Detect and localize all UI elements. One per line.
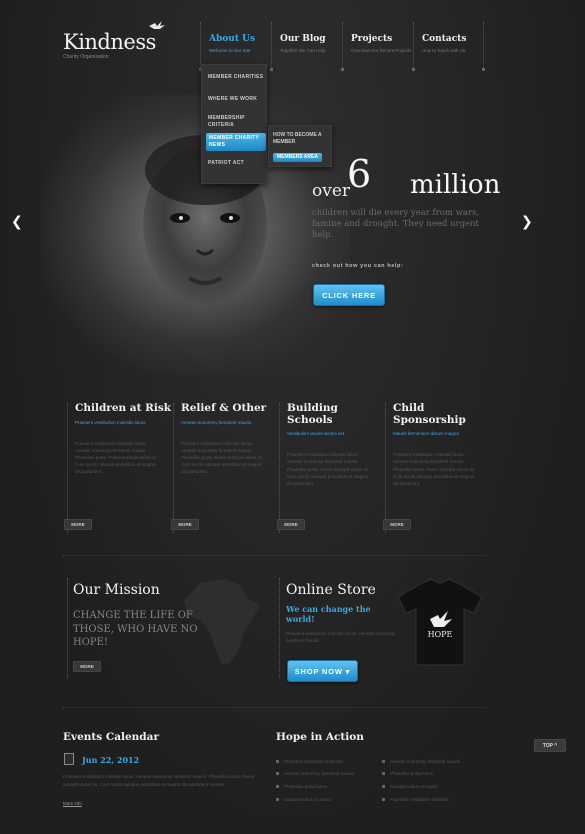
column-divider <box>67 578 68 678</box>
feature-subtitle: Aenean nonummy hendrerit mauris <box>181 419 252 425</box>
more-button[interactable]: MORE <box>64 519 92 530</box>
feature-title[interactable]: Building Schools <box>287 402 384 426</box>
nav-dot <box>270 68 273 71</box>
store-subtitle: We can change the world! <box>286 604 371 624</box>
section-divider <box>62 555 486 556</box>
hope-list-item[interactable]: Phasellus porta fusce <box>276 784 327 789</box>
event-body: Praesent vestibulum molestie lacus. Aene… <box>63 774 255 787</box>
dropdown-item-member-charity-news[interactable]: MEMBER CHARITY NEWS <box>206 133 266 151</box>
mission-more-button[interactable]: MORE <box>73 661 101 672</box>
submenu-item-how-to-become[interactable]: HOW TO BECOME A MEMBER <box>273 132 329 146</box>
mission-text: CHANGE THE LIFE OF THOSE, WHO HAVE NO HO… <box>73 610 198 648</box>
hope-title: Hope in Action <box>276 731 364 743</box>
feature-body: Praesent vestibulum molestie lacus. Aene… <box>393 452 476 486</box>
submenu-item-members-area[interactable]: MEMBERS AREA <box>273 153 322 162</box>
feature-body: Praesent vestibulum molestie lacus. Aene… <box>181 440 264 475</box>
hope-list-item[interactable]: Aenean nonummy hendrerit mauris <box>382 759 460 764</box>
hero-over-text: over <box>312 181 351 201</box>
feature-subtitle: Praesent vestibulum molestie lacus <box>75 419 146 425</box>
slider-next-button[interactable]: ❯ <box>521 214 533 230</box>
slider-prev-button[interactable]: ❮ <box>11 214 23 230</box>
shop-now-button[interactable]: SHOP NOW ▾ <box>287 660 358 682</box>
nav-contacts[interactable]: Contacts How to Touch with Us <box>413 22 483 70</box>
nav-about-us[interactable]: About Us Welcome to Our Site <box>200 22 270 70</box>
nav-label: Projects <box>351 34 393 44</box>
more-button[interactable]: MORE <box>383 519 411 530</box>
events-title: Events Calendar <box>63 731 159 743</box>
feature-body: Praesent vestibulum molestie lacus. Aene… <box>75 440 158 475</box>
nav-sublabel: Overview Our Recent Projects <box>351 48 412 53</box>
nav-sublabel: How to Touch with Us <box>422 48 466 53</box>
feature-children-at-risk: Children at Risk Praesent vestibulum mol… <box>67 402 172 533</box>
hope-list-item[interactable]: Aenean nonummy hendrerit mauris <box>276 771 354 776</box>
nav-label: Contacts <box>422 34 467 44</box>
site-tagline: Charity Organization <box>63 54 109 60</box>
nav-dot <box>341 68 344 71</box>
calendar-icon <box>64 753 74 765</box>
nav-label: About Us <box>209 34 256 44</box>
nav-dot <box>412 68 415 71</box>
member-news-submenu: HOW TO BECOME A MEMBER MEMBERS AREA <box>268 125 332 167</box>
feature-relief-other: Relief & Other Aenean nonummy hendrerit … <box>173 402 278 533</box>
tshirt-text: HOPE <box>428 630 453 639</box>
feature-subtitle: Mauris fermentum dictum magna <box>393 431 459 437</box>
hope-list-item[interactable]: Suscipit varius mi sociis <box>276 797 332 802</box>
dropdown-item-member-charities[interactable]: MEMBER CHARITIES <box>208 74 264 81</box>
mission-title: Our Mission <box>73 582 160 598</box>
hero-callout: check out how you can help: <box>312 263 404 269</box>
nav-projects[interactable]: Projects Overview Our Recent Projects <box>342 22 412 70</box>
chevron-left-icon: ❮ <box>11 214 23 230</box>
section-divider <box>62 707 486 708</box>
feature-title[interactable]: Child Sponsorship <box>393 402 490 426</box>
feature-subtitle: Vestibulum iaculis lacinia est <box>287 431 345 437</box>
about-dropdown-menu: MEMBER CHARITIES WHERE WE WORK MEMBERSHI… <box>201 64 267 184</box>
feature-child-sponsorship: Child Sponsorship Mauris fermentum dictu… <box>385 402 490 533</box>
dove-icon <box>149 21 165 29</box>
feature-title[interactable]: Children at Risk <box>75 402 172 415</box>
hope-list-item[interactable]: Praesent vestibulum molestie <box>276 759 343 764</box>
hope-list-item[interactable]: Praesent vestibulum molestie <box>382 797 449 802</box>
nav-divider <box>483 22 484 70</box>
more-button[interactable]: MORE <box>277 519 305 530</box>
nav-sublabel: Welcome to Our Site <box>209 48 251 53</box>
nav-dot <box>482 68 485 71</box>
dropdown-item-patriot-act[interactable]: PATRIOT ACT <box>208 160 264 167</box>
store-body: Praesent vestibulum molestie lacus. Aene… <box>286 631 396 644</box>
nav-sublabel: Together We Can Help <box>280 48 326 53</box>
back-to-top-button[interactable]: TOP ^ <box>534 739 566 752</box>
nav-label: Our Blog <box>280 34 326 44</box>
hope-list-item[interactable]: Phasellus porta fusce <box>382 771 433 776</box>
tshirt-image: HOPE <box>397 578 483 666</box>
hero-number: 6 <box>347 152 372 196</box>
feature-body: Praesent vestibulum molestie lacus. Aene… <box>287 452 370 486</box>
site-logo[interactable]: Kindness <box>63 30 156 54</box>
column-divider <box>279 578 280 678</box>
click-here-button[interactable]: CLICK HERE <box>313 284 385 306</box>
more-button[interactable]: MORE <box>171 519 199 530</box>
chevron-right-icon: ❯ <box>521 214 533 230</box>
hope-list-item[interactable]: Suscipit varius mi sociis <box>382 784 438 789</box>
nav-our-blog[interactable]: Our Blog Together We Can Help <box>271 22 341 70</box>
dropdown-item-where-we-work[interactable]: WHERE WE WORK <box>208 96 264 103</box>
event-date[interactable]: Jun 22, 2012 <box>82 755 139 765</box>
event-more-link[interactable]: More info <box>63 801 82 806</box>
feature-title[interactable]: Relief & Other <box>181 402 278 415</box>
store-title: Online Store <box>286 582 376 598</box>
feature-building-schools: Building Schools Vestibulum iaculis laci… <box>279 402 384 533</box>
hero-subtitle: children will die every year from wars, … <box>312 208 480 241</box>
shop-now-label: SHOP NOW <box>294 667 343 676</box>
dropdown-item-membership-criteria[interactable]: MEMBERSHIP CRITERIA <box>208 115 264 129</box>
hero-million-text: million <box>410 170 501 200</box>
